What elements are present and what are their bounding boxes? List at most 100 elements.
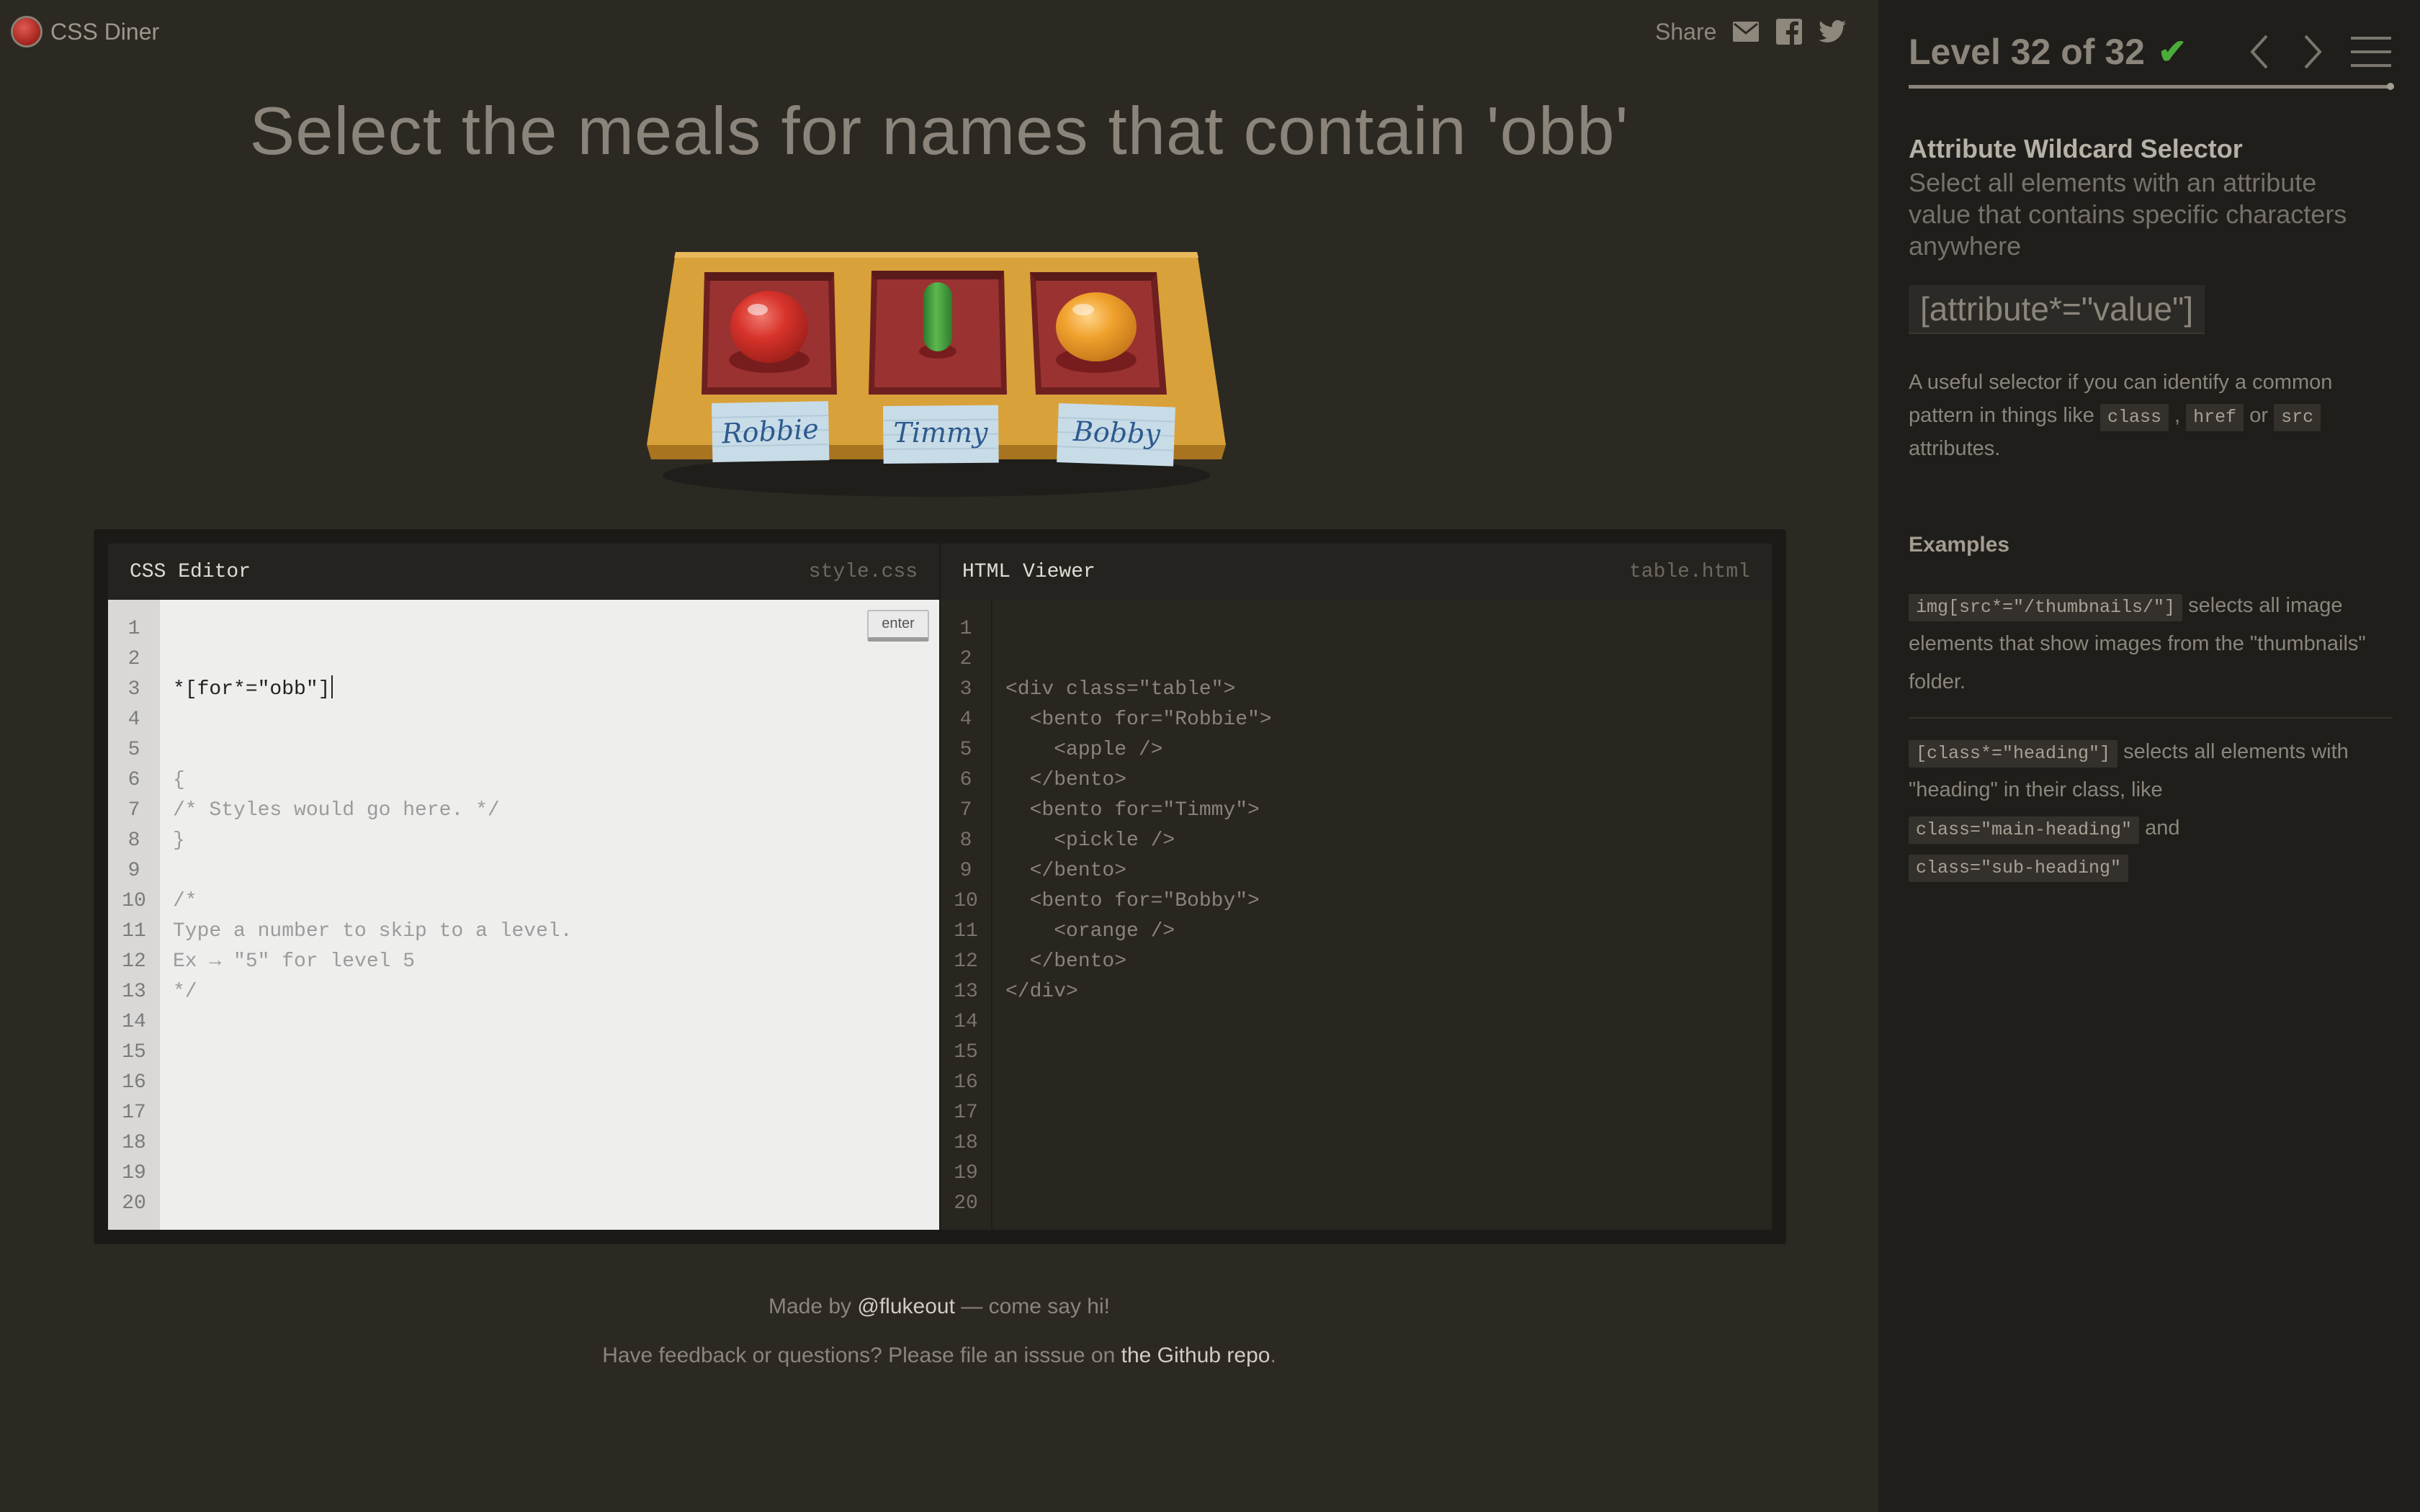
html-code: <div class="table"> <bento for="Robbie">… <box>1005 614 1272 1068</box>
css-code-line: /* <box>173 890 197 912</box>
css-code-line: { <box>173 769 185 791</box>
hamburger-menu-icon <box>2351 37 2391 67</box>
css-editor-header: CSS Editor style.css <box>108 544 939 600</box>
examples-divider <box>1909 717 2393 719</box>
html-code-line: <bento for="Robbie"> <box>1005 708 1272 731</box>
css-line-number: 6 <box>127 769 140 791</box>
css-line-number: 19 <box>122 1162 146 1184</box>
previous-level-button[interactable] <box>2241 29 2277 75</box>
code-chip-src: src <box>2274 404 2321 431</box>
html-line-number: 3 <box>959 678 972 701</box>
css-line-number: 11 <box>122 920 146 942</box>
code-chip-class: class <box>2099 404 2169 431</box>
html-line-number: 4 <box>959 708 972 731</box>
css-line-number: 12 <box>122 950 146 973</box>
twitter-icon[interactable] <box>1819 18 1847 45</box>
mail-icon[interactable] <box>1732 18 1760 45</box>
css-line-number: 10 <box>122 890 146 912</box>
html-viewer-title: HTML Viewer <box>962 560 1095 583</box>
css-line-number: 17 <box>122 1102 146 1124</box>
css-code-line: */ <box>173 981 197 1003</box>
level-progress-bar <box>1909 83 2394 90</box>
level-header[interactable]: Level 32 of 32 ✔ <box>1909 29 2187 75</box>
css-line-number: 9 <box>127 860 140 882</box>
next-level-button[interactable] <box>2295 29 2331 75</box>
css-selector-input-value: *[for*="obb"] <box>173 678 331 701</box>
css-line-number: 7 <box>127 799 140 822</box>
html-line-number: 18 <box>954 1132 978 1154</box>
css-line-numbers: 1 2 3 4 5 6 7 8 9 10 11 12 13 14 15 16 17 18 19 20 <box>108 600 160 1230</box>
html-line-number: 19 <box>954 1162 978 1184</box>
css-line-number: 18 <box>122 1132 146 1154</box>
level-sidebar: Level 32 of 32 ✔ Attribute Wildcard Sele… <box>1878 0 2420 1512</box>
html-code-line: <pickle /> <box>1005 829 1175 852</box>
css-code-line: /* Styles would go here. */ <box>173 799 500 822</box>
html-line-number: 1 <box>959 618 972 640</box>
html-code-line: </bento> <box>1005 950 1127 973</box>
footer-feedback-prefix: Have feedback or questions? Please file … <box>602 1344 1121 1367</box>
html-markup-lines: <div class="table"> <bento for="Robbie">… <box>1005 675 1272 1007</box>
css-code-line <box>173 856 573 886</box>
example-2-code-main: class="main-heading" <box>1909 816 2140 844</box>
css-line-number: 5 <box>127 739 140 761</box>
css-editor-filename: style.css <box>808 560 918 583</box>
css-editor: 1 2 3 4 5 6 7 8 9 10 11 12 13 14 15 16 17 18 19 20 *[for*="… <box>108 600 939 1230</box>
checkmark-icon: ✔ <box>2157 33 2187 71</box>
brand[interactable]: CSS Diner <box>13 16 159 48</box>
example-1-code: img[src*="/thumbnails/"] <box>1909 594 2183 621</box>
level-instruction: Select the meals for names that contain … <box>249 93 1629 168</box>
example-2-code-sub: class="sub-heading" <box>1909 855 2129 882</box>
footer-feedback-suffix: . <box>1270 1344 1276 1367</box>
editor-panel: CSS Editor style.css HTML Viewer table.h… <box>94 529 1786 1244</box>
bento-label-bobby: Bobby <box>1072 415 1161 450</box>
html-line-number: 7 <box>959 799 972 822</box>
html-code-line: <orange /> <box>1005 920 1175 942</box>
html-line-number: 11 <box>954 920 978 942</box>
html-code-line: </bento> <box>1005 769 1127 791</box>
bento-label-timmy: Timmy <box>893 417 988 449</box>
css-line-number: 3 <box>127 678 140 701</box>
css-editor-title: CSS Editor <box>130 560 251 583</box>
html-line-number: 17 <box>954 1102 978 1124</box>
html-line-number: 12 <box>954 950 978 973</box>
html-code-line: <apple /> <box>1005 739 1163 761</box>
css-line-number: 4 <box>127 708 140 731</box>
css-line-number: 14 <box>122 1011 146 1033</box>
css-line-number: 1 <box>127 618 140 640</box>
footer-credit: Made by @flukeout — come say hi! <box>0 1295 1878 1319</box>
level-progress-fill <box>1909 85 2391 89</box>
html-code-line: <bento for="Timmy"> <box>1005 799 1260 822</box>
html-line-number: 15 <box>954 1041 978 1063</box>
chevron-left-icon <box>2250 35 2268 69</box>
footer-credit-prefix: Made by <box>768 1295 858 1318</box>
html-line-number: 16 <box>954 1071 978 1094</box>
level-menu-button[interactable] <box>2349 29 2393 75</box>
css-selector-input[interactable]: *[for*="obb"] <box>173 675 573 705</box>
html-line-number: 6 <box>959 769 972 791</box>
css-code-line: Type a number to skip to a level. <box>173 920 573 942</box>
enter-button[interactable]: enter <box>867 610 929 642</box>
css-diner-logo-icon <box>13 18 40 45</box>
selector-name: Attribute Wildcard Selector <box>1909 134 2243 163</box>
css-code-line: Ex → "5" for level 5 <box>173 950 416 973</box>
hint-separator: , <box>2169 404 2187 427</box>
html-line-number: 5 <box>959 739 972 761</box>
html-line-number: 20 <box>954 1192 978 1215</box>
bento-label-robbie: Robbie <box>720 413 820 450</box>
github-repo-link[interactable]: the Github repo <box>1121 1344 1270 1367</box>
css-code-line: } <box>173 829 185 852</box>
facebook-icon[interactable] <box>1775 18 1803 45</box>
level-indicator: Level 32 of 32 <box>1909 32 2145 72</box>
html-line-number: 14 <box>954 1011 978 1033</box>
html-line-number: 13 <box>954 981 978 1003</box>
html-viewer: 1 2 3 4 5 6 7 8 9 10 11 12 13 14 15 16 17 18 19 20 <div cla… <box>941 600 1772 1230</box>
share-label: Share <box>1655 18 1717 45</box>
html-code-line: </div> <box>1005 981 1078 1003</box>
flukeout-link[interactable]: @flukeout <box>857 1295 955 1318</box>
app-name: CSS Diner <box>50 18 160 45</box>
css-code: *[for*="obb"] { /* Styles would go here. … <box>173 614 573 1068</box>
html-line-number: 10 <box>954 890 978 912</box>
example-2: [class*="heading"] selects all elements … <box>1909 733 2391 886</box>
html-code-line: <bento for="Bobby"> <box>1005 890 1260 912</box>
example-1: img[src*="/thumbnails/"] selects all ima… <box>1909 587 2391 701</box>
